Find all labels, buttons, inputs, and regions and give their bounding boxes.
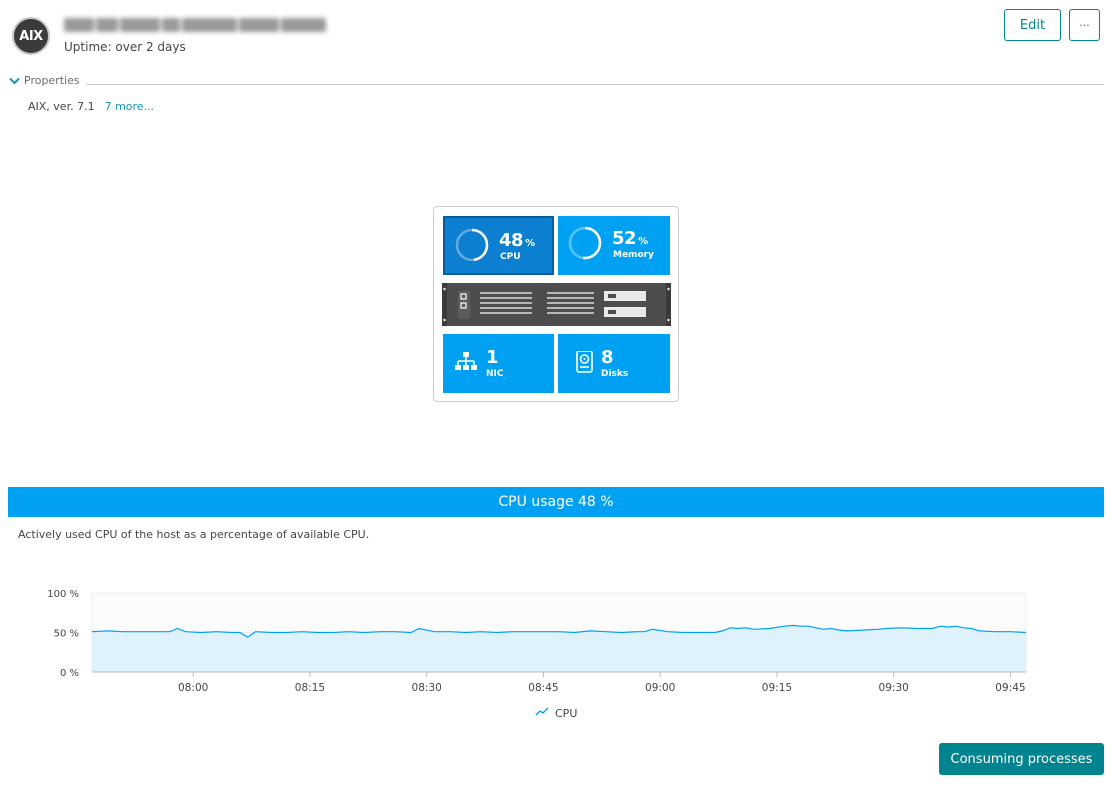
x-tick-label: 08:30 — [412, 682, 442, 694]
disk-icon — [576, 351, 593, 373]
cpu-label: CPU — [500, 252, 521, 262]
cpu-usage-banner: CPU usage 48 % — [8, 487, 1104, 517]
legend-label: CPU — [555, 707, 577, 720]
x-tick-label: 09:45 — [995, 682, 1025, 694]
host-name-redacted — [64, 14, 326, 36]
legend-line-icon — [535, 707, 549, 716]
more-actions-button[interactable]: ··· — [1069, 9, 1100, 41]
cpu-description: Actively used CPU of the host as a perce… — [18, 528, 370, 541]
os-version: AIX, ver. 7.1 — [28, 100, 95, 113]
network-icon — [455, 352, 477, 370]
cpu-ring-gauge — [455, 228, 489, 262]
chevron-down-icon — [9, 77, 20, 84]
cpu-tile[interactable]: 48% CPU — [443, 216, 554, 275]
cpu-value: 48% — [499, 230, 535, 251]
x-tick-label: 08:15 — [295, 682, 325, 694]
x-tick-label: 09:15 — [762, 682, 792, 694]
memory-label: Memory — [613, 250, 654, 260]
x-tick-label: 09:30 — [879, 682, 909, 694]
properties-toggle[interactable]: Properties — [9, 74, 80, 87]
properties-values: AIX, ver. 7.1 7 more... — [28, 100, 154, 113]
y-tick-label: 50 % — [54, 629, 79, 640]
os-badge: AIX — [12, 17, 50, 55]
more-properties-link[interactable]: 7 more... — [105, 100, 154, 113]
y-tick-label: 0 % — [60, 668, 79, 679]
edit-button[interactable]: Edit — [1004, 9, 1061, 41]
x-tick-label: 08:45 — [528, 682, 558, 694]
disks-value: 8 — [601, 347, 614, 368]
nic-value: 1 — [486, 347, 499, 368]
divider — [86, 84, 1104, 85]
properties-label: Properties — [24, 74, 80, 87]
consuming-processes-button[interactable]: Consuming processes — [939, 743, 1104, 775]
nic-label: NIC — [486, 369, 504, 379]
redacted-text — [64, 14, 326, 36]
x-tick-label: 08:00 — [178, 682, 208, 694]
nic-tile[interactable]: 1 NIC — [443, 334, 554, 393]
host-infographic: 48% CPU 52% Memory 1 NIC 8 Disks — [433, 206, 679, 402]
cpu-usage-chart: 100 % 50 % 0 % 08:00 08:15 08:30 08:45 09:00 09:… — [47, 589, 1027, 720]
memory-value: 52% — [612, 228, 648, 249]
x-tick-label: 09:00 — [645, 682, 675, 694]
server-rack-icon — [442, 283, 671, 326]
memory-tile[interactable]: 52% Memory — [558, 216, 670, 275]
memory-ring-gauge — [568, 226, 602, 260]
disks-label: Disks — [601, 369, 629, 379]
uptime-text: Uptime: over 2 days — [64, 40, 186, 54]
y-tick-label: 100 % — [47, 589, 79, 600]
disks-tile[interactable]: 8 Disks — [558, 334, 670, 393]
